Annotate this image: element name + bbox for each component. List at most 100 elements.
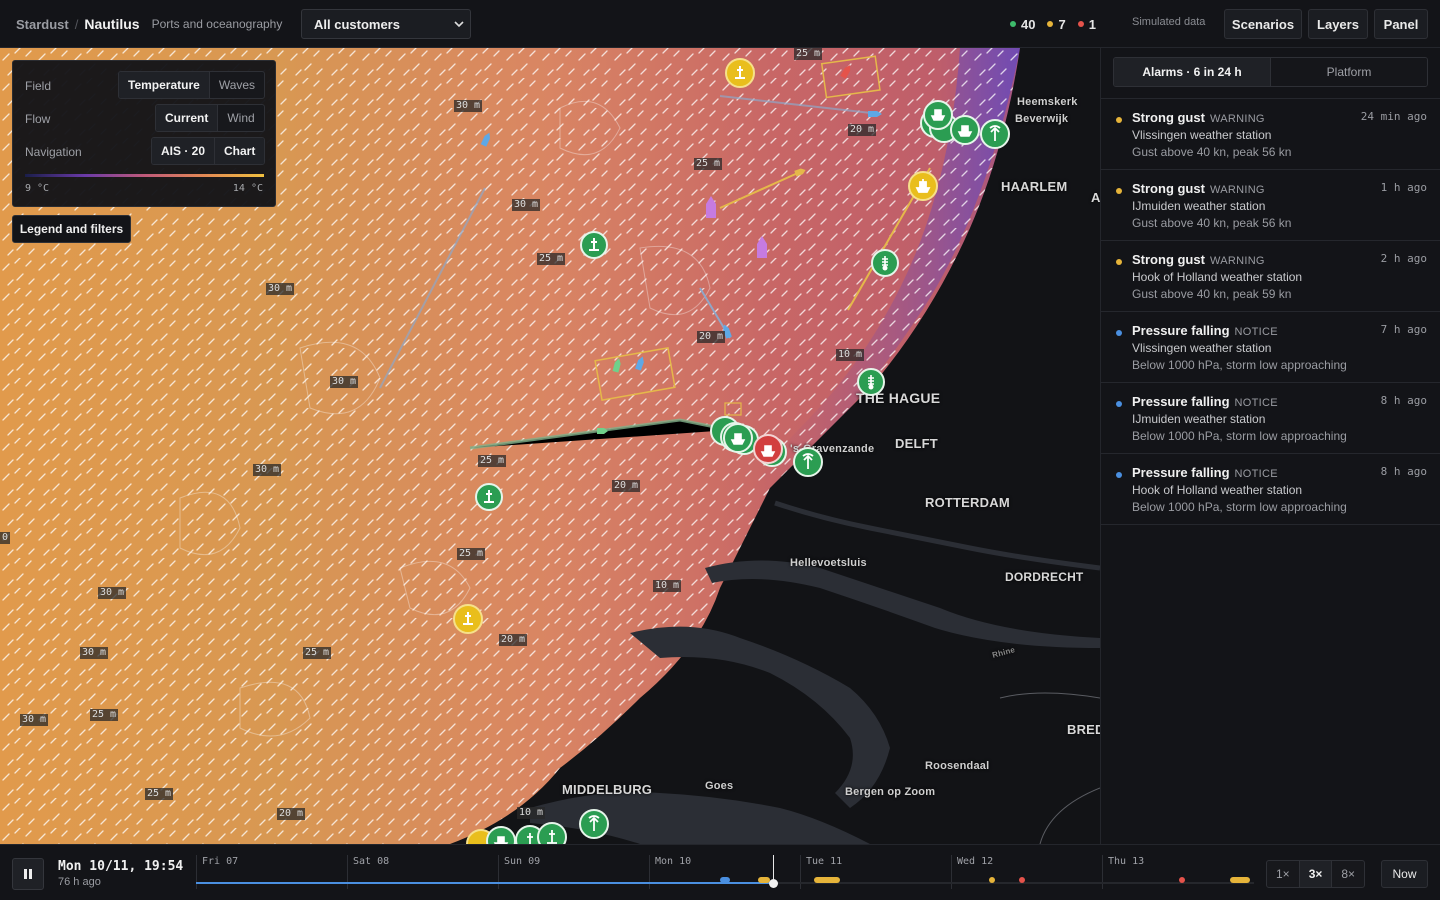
- status-warning: 7: [1047, 16, 1066, 32]
- alarm-severity-dot: [1116, 188, 1122, 194]
- alarm-item[interactable]: Pressure falling NOTICE Vlissingen weathe…: [1101, 312, 1440, 383]
- alarm-title: Pressure falling: [1132, 465, 1230, 480]
- status-warning-count: 7: [1058, 16, 1066, 32]
- chevron-down-icon: [454, 21, 464, 28]
- top-bar: Stardust / Nautilus Ports and oceanograp…: [0, 0, 1440, 48]
- ship-marker-icon[interactable]: [908, 171, 938, 201]
- breadcrumb-separator: /: [74, 16, 79, 32]
- temperature-scale-bar: [25, 174, 264, 177]
- timeline-track[interactable]: Fri 07 Sat 08 Sun 09 Mon 10 Tue 11 Wed 1…: [196, 853, 1254, 893]
- alarm-severity-dot: [1116, 472, 1122, 478]
- alarm-severity-dot: [1116, 401, 1122, 407]
- now-button[interactable]: Now: [1381, 860, 1428, 888]
- speed-option-8x[interactable]: 8×: [1331, 861, 1364, 887]
- alarm-item[interactable]: Pressure falling NOTICE IJmuiden weather …: [1101, 383, 1440, 454]
- panel-button[interactable]: Panel: [1374, 9, 1428, 39]
- alarm-detail: Below 1000 hPa, storm low approaching: [1132, 500, 1347, 514]
- thermometer-marker-icon[interactable]: [857, 368, 885, 396]
- alarm-item[interactable]: Pressure falling NOTICE Hook of Holland w…: [1101, 454, 1440, 525]
- alarm-time: 7 h ago: [1380, 323, 1427, 336]
- status-counts: 40 7 1: [1010, 0, 1096, 48]
- buoy-marker-icon[interactable]: [475, 483, 503, 511]
- field-label: Field: [25, 79, 52, 93]
- scenarios-button[interactable]: Scenarios: [1224, 9, 1302, 39]
- alarm-title: Strong gust: [1132, 181, 1205, 196]
- customer-select[interactable]: All customers: [301, 9, 471, 39]
- event-marker[interactable]: [989, 877, 995, 883]
- event-marker[interactable]: [814, 877, 840, 883]
- flow-option-wind[interactable]: Wind: [217, 105, 263, 131]
- brand-link[interactable]: Stardust: [16, 17, 69, 32]
- tab-platform[interactable]: Platform: [1270, 58, 1427, 86]
- day-label: Sun 09: [504, 856, 541, 867]
- alarm-level: NOTICE: [1234, 326, 1278, 338]
- status-ok-count: 40: [1021, 16, 1036, 32]
- alarm-title-line: Strong gust WARNING: [1132, 252, 1265, 267]
- navigation-option-chart[interactable]: Chart: [214, 138, 265, 164]
- alarm-list: Strong gust WARNING Vlissingen weather st…: [1101, 98, 1440, 525]
- thermometer-marker-icon[interactable]: [871, 249, 899, 277]
- timeline-bar: Mon 10/11, 19:54 76 h ago Fri 07 Sat 08 …: [0, 844, 1440, 900]
- alarm-level: WARNING: [1209, 255, 1265, 267]
- alarm-item[interactable]: Strong gust WARNING IJmuiden weather stat…: [1101, 170, 1440, 241]
- product-subtitle: Ports and oceanography: [151, 17, 283, 31]
- alarm-item[interactable]: Strong gust WARNING Hook of Holland weath…: [1101, 241, 1440, 312]
- scale-max-label: 14 °C: [232, 183, 263, 194]
- field-option-waves[interactable]: Waves: [208, 72, 264, 98]
- buoy-marker-icon[interactable]: [580, 231, 608, 259]
- station-cluster[interactable]: [710, 416, 823, 477]
- buoy-marker-icon[interactable]: [453, 604, 483, 634]
- event-marker[interactable]: [1019, 877, 1025, 883]
- alarms-panel: Alarms · 6 in 24 h Platform Strong gust W…: [1100, 48, 1440, 844]
- field-option-temperature[interactable]: Temperature: [119, 72, 209, 98]
- day-label: Tue 11: [806, 856, 843, 867]
- pause-icon: [24, 869, 32, 879]
- alarm-severity-dot: [1116, 330, 1122, 336]
- day-label: Wed 12: [957, 856, 994, 867]
- flow-toggle: Current Wind: [155, 104, 265, 132]
- tab-alarms[interactable]: Alarms · 6 in 24 h: [1114, 58, 1270, 86]
- flow-label: Flow: [25, 112, 51, 126]
- alarm-detail: Below 1000 hPa, storm low approaching: [1132, 358, 1347, 372]
- day-label: Thu 13: [1108, 856, 1145, 867]
- alarm-title-line: Pressure falling NOTICE: [1132, 465, 1278, 480]
- alarm-title-line: Pressure falling NOTICE: [1132, 394, 1278, 409]
- event-marker[interactable]: [1179, 877, 1185, 883]
- day-label: Mon 10: [655, 856, 692, 867]
- map-canvas[interactable]: Heemskerk Beverwijk HAARLEM A THE HAGUE …: [0, 48, 1100, 844]
- alarm-severity-dot: [1116, 259, 1122, 265]
- alarm-item[interactable]: Strong gust WARNING Vlissingen weather st…: [1101, 99, 1440, 170]
- playhead-handle[interactable]: [769, 879, 778, 888]
- field-toggle: Temperature Waves: [118, 71, 266, 99]
- flow-option-current[interactable]: Current: [156, 105, 218, 131]
- status-warning-dot: [1047, 21, 1054, 27]
- event-marker[interactable]: [1230, 877, 1250, 883]
- alarm-title: Pressure falling: [1132, 394, 1230, 409]
- breadcrumb: Stardust / Nautilus Ports and oceanograp…: [16, 0, 282, 48]
- alarm-time: 8 h ago: [1380, 465, 1427, 478]
- customer-select-value: All customers: [314, 16, 400, 32]
- speed-option-3x[interactable]: 3×: [1298, 861, 1332, 887]
- time-relative: 76 h ago: [58, 876, 101, 888]
- product-title[interactable]: Nautilus: [84, 16, 139, 32]
- buoy-marker-icon[interactable]: [725, 58, 755, 88]
- pause-button[interactable]: [12, 858, 44, 890]
- event-marker[interactable]: [720, 877, 730, 883]
- alarm-level: NOTICE: [1234, 397, 1278, 409]
- alarm-title: Strong gust: [1132, 110, 1205, 125]
- alarm-detail: Gust above 40 kn, peak 56 kn: [1132, 216, 1292, 230]
- station-cluster[interactable]: [920, 100, 1010, 149]
- alarm-detail: Below 1000 hPa, storm low approaching: [1132, 429, 1347, 443]
- alarm-level: WARNING: [1209, 113, 1265, 125]
- layers-button[interactable]: Layers: [1308, 9, 1368, 39]
- alarm-station: Hook of Holland weather station: [1132, 270, 1303, 284]
- scale-min-label: 9 °C: [25, 183, 50, 194]
- navigation-option-ais[interactable]: AIS · 20: [152, 138, 215, 164]
- alarm-title: Strong gust: [1132, 252, 1205, 267]
- legend-panel: Field Temperature Waves Flow Current Win…: [12, 60, 276, 207]
- station-cluster[interactable]: [466, 809, 609, 844]
- alarm-time: 24 min ago: [1360, 110, 1427, 123]
- speed-option-1x[interactable]: 1×: [1267, 861, 1299, 887]
- legend-filters-button[interactable]: Legend and filters: [12, 215, 131, 243]
- alarm-title: Pressure falling: [1132, 323, 1230, 338]
